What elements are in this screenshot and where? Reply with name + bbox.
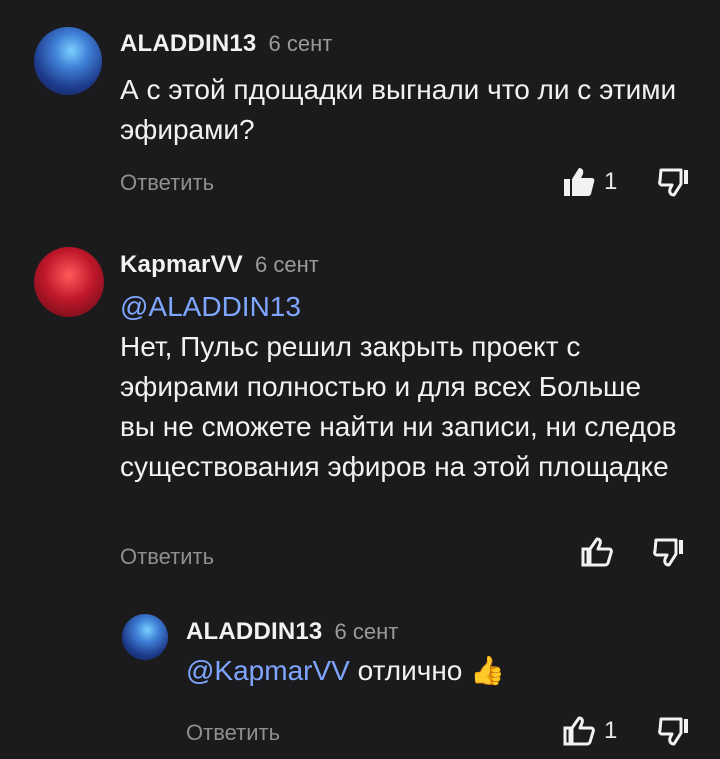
comment-date: 6 сент [268, 31, 333, 56]
comment-body: отлично [357, 655, 463, 686]
thumbs-down-icon[interactable] [657, 166, 691, 198]
avatar[interactable] [34, 27, 102, 95]
comment-text: @KapmarVV отлично 👍 [186, 651, 686, 691]
comment-text: А с этой пдощадки выгнали что ли с этими… [120, 74, 677, 145]
thumbs-up-icon[interactable] [580, 536, 614, 568]
mention-link[interactable]: @ALADDIN13 [120, 287, 680, 327]
comment-3-reply: ALADDIN13 6 сент @KapmarVV отлично 👍 Отв… [0, 590, 720, 759]
reply-button[interactable]: Ответить [120, 544, 214, 570]
thumbs-down-icon[interactable] [657, 715, 691, 747]
thumbs-up-emoji: 👍 [470, 655, 506, 686]
like-count: 1 [604, 717, 618, 744]
avatar[interactable] [122, 614, 168, 660]
comment-1: ALADDIN13 6 сент А с этой пдощадки выгна… [0, 0, 720, 220]
thumbs-up-filled-icon[interactable] [562, 166, 596, 198]
author-name[interactable]: KapmarVV [120, 251, 243, 279]
comment-date: 6 сент [334, 619, 399, 644]
like-count: 1 [604, 168, 618, 195]
thumbs-up-icon[interactable] [562, 715, 596, 747]
reply-button[interactable]: Ответить [120, 170, 214, 196]
mention-link[interactable]: @KapmarVV [186, 655, 350, 686]
comment-2: KapmarVV 6 сент @ALADDIN13 Нет, Пульс ре… [0, 220, 720, 590]
thumbs-down-icon[interactable] [652, 536, 686, 568]
reply-button[interactable]: Ответить [186, 720, 280, 746]
avatar[interactable] [34, 247, 104, 317]
comment-date: 6 сент [254, 252, 319, 277]
comment-text: @ALADDIN13 Нет, Пульс решил закрыть прое… [120, 287, 680, 487]
author-name[interactable]: ALADDIN13 [186, 618, 322, 646]
comment-body: Нет, Пульс решил закрыть проект с эфирам… [120, 331, 677, 482]
author-name[interactable]: ALADDIN13 [120, 30, 256, 58]
